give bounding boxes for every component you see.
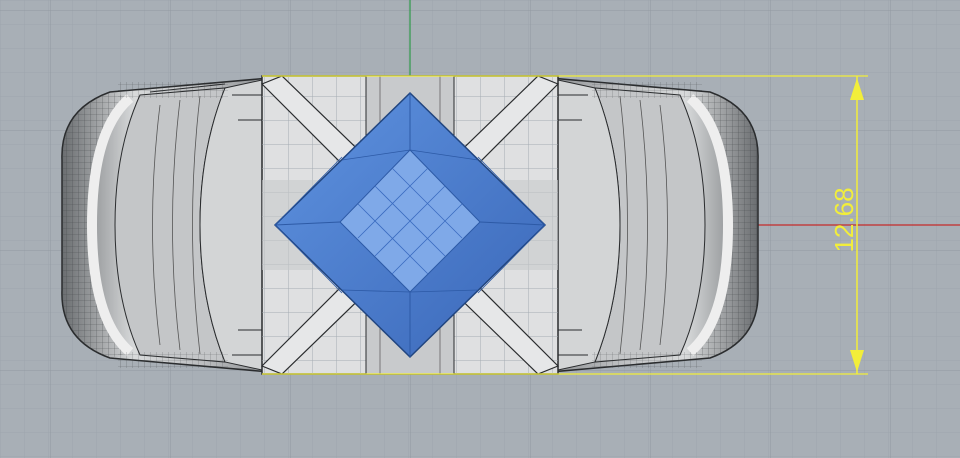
viewport-canvas[interactable]: 12.68 xyxy=(0,0,960,458)
top-viewport[interactable]: 12.68 xyxy=(0,0,960,458)
dimension-value: 12.68 xyxy=(829,187,859,252)
ring-shank-left[interactable] xyxy=(61,77,271,373)
ring-shank-right[interactable] xyxy=(549,77,759,373)
